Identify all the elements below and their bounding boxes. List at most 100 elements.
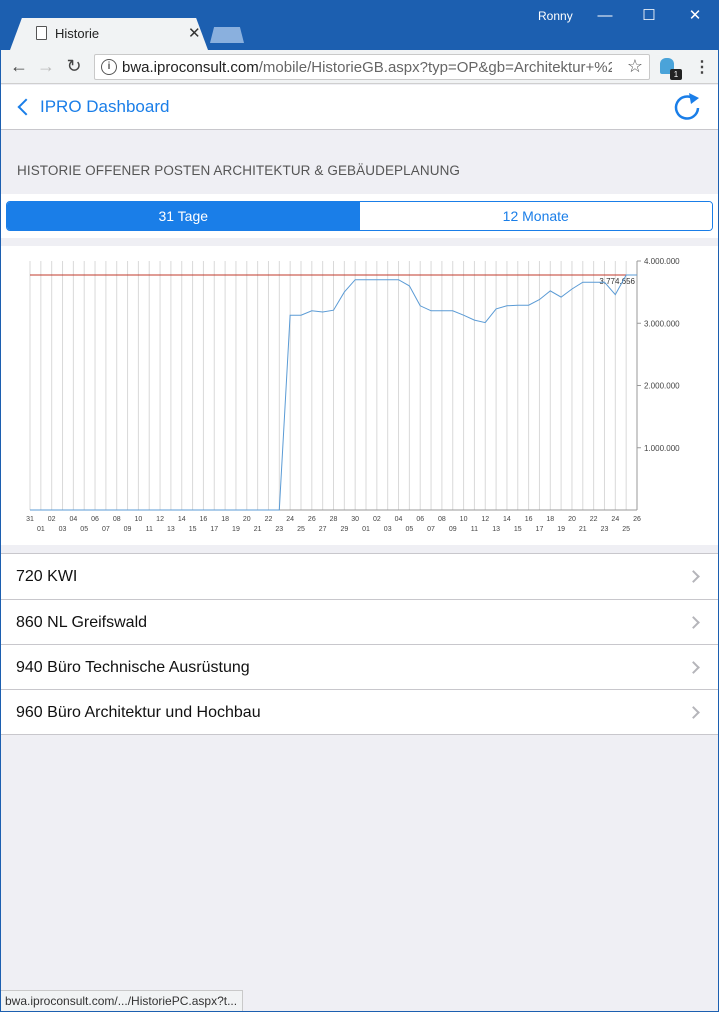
x-tick-label: 18	[546, 516, 554, 523]
x-tick-label: 24	[611, 516, 619, 523]
extension-badge: 1	[670, 69, 682, 80]
x-tick-label: 13	[167, 526, 175, 533]
x-tick-label: 26	[633, 516, 641, 523]
x-tick-label: 15	[514, 526, 522, 533]
x-tick-label: 14	[178, 516, 186, 523]
list-item[interactable]: 960 Büro Architektur und Hochbau	[1, 689, 718, 734]
x-tick-label: 02	[373, 516, 381, 523]
x-tick-label: 03	[384, 526, 392, 533]
x-tick-label: 02	[48, 516, 56, 523]
x-tick-label: 04	[69, 516, 77, 523]
x-tick-label: 18	[221, 516, 229, 523]
x-tick-label: 15	[189, 526, 197, 533]
y-tick-label: 2.000.000	[644, 382, 680, 391]
x-tick-label: 05	[80, 526, 88, 533]
list-item-label: 960 Büro Architektur und Hochbau	[16, 704, 261, 721]
unit-list: 720 KWI 860 NL Greifswald 940 Büro Technis…	[1, 553, 718, 735]
close-tab-icon[interactable]: ✕	[188, 24, 201, 42]
chevron-left-icon	[17, 98, 35, 116]
back-arrow-icon[interactable]: ←	[8, 55, 30, 77]
x-tick-label: 19	[232, 526, 240, 533]
back-to-dashboard-button[interactable]: IPRO Dashboard	[16, 95, 169, 119]
back-label: IPRO Dashboard	[40, 97, 170, 116]
maximize-icon[interactable]: ☐	[634, 4, 664, 28]
x-tick-label: 28	[330, 516, 338, 523]
x-tick-label: 06	[416, 516, 424, 523]
x-tick-label: 12	[156, 516, 164, 523]
x-tick-label: 25	[622, 526, 630, 533]
url-host: bwa.iproconsult.com	[122, 59, 259, 76]
history-chart: 4.000.000 3.000.000 2.000.000 1.000.000 31 01…	[1, 246, 718, 545]
x-tick-label: 01	[362, 526, 370, 533]
refresh-icon[interactable]	[671, 89, 703, 123]
new-tab-button[interactable]	[210, 27, 244, 43]
y-tick-label: 4.000.000	[644, 257, 680, 266]
forward-arrow-icon[interactable]: →	[35, 55, 57, 77]
list-item[interactable]: 720 KWI	[1, 554, 718, 599]
section-title: HISTORIE OFFENER POSTEN ARCHITEKTUR & GE…	[17, 163, 461, 178]
x-tick-label: 07	[427, 526, 435, 533]
browser-toolbar: ← → ↻ i bwa.iproconsult.com/mobile/Histo…	[0, 50, 719, 84]
x-tick-label: 01	[37, 526, 45, 533]
x-tick-label: 04	[395, 516, 403, 523]
browser-tab[interactable]: Historie ✕	[10, 18, 208, 50]
x-tick-label: 31	[26, 516, 34, 523]
x-tick-label: 23	[275, 526, 283, 533]
x-tick-label: 20	[243, 516, 251, 523]
x-tick-label: 05	[405, 526, 413, 533]
x-tick-label: 08	[438, 516, 446, 523]
list-item-label: 940 Büro Technische Ausrüstung	[16, 659, 250, 676]
x-tick-label: 08	[113, 516, 121, 523]
x-tick-label: 22	[590, 516, 598, 523]
x-tick-label: 10	[134, 516, 142, 523]
x-tick-label: 25	[297, 526, 305, 533]
x-tick-label: 17	[536, 526, 544, 533]
x-tick-label: 21	[579, 526, 587, 533]
minimize-icon[interactable]: —	[590, 4, 620, 28]
x-tick-label: 16	[525, 516, 533, 523]
chevron-right-icon	[687, 616, 700, 629]
x-tick-label: 12	[481, 516, 489, 523]
bookmark-star-icon[interactable]: ☆	[627, 56, 643, 77]
x-tick-label: 06	[91, 516, 99, 523]
x-tick-label: 09	[124, 526, 132, 533]
x-tick-label: 26	[308, 516, 316, 523]
list-item[interactable]: 860 NL Greifswald	[1, 599, 718, 644]
chevron-right-icon	[687, 706, 700, 719]
url-text[interactable]: bwa.iproconsult.com/mobile/HistorieGB.as…	[122, 59, 612, 76]
browser-titlebar: Historie ✕ Ronny — ☐ ✕	[0, 0, 719, 50]
segment-31-days[interactable]: 31 Tage	[7, 202, 360, 230]
x-tick-label: 24	[286, 516, 294, 523]
x-tick-label: 21	[254, 526, 262, 533]
x-tick-label: 11	[146, 526, 153, 533]
segmented-control: 31 Tage 12 Monate	[6, 201, 713, 231]
address-bar[interactable]: i bwa.iproconsult.com/mobile/HistorieGB.…	[94, 54, 650, 80]
x-tick-label: 20	[568, 516, 576, 523]
profile-name[interactable]: Ronny	[538, 9, 573, 23]
x-tick-label: 13	[492, 526, 500, 533]
list-item-label: 720 KWI	[16, 568, 78, 585]
x-tick-label: 22	[265, 516, 273, 523]
x-tick-label: 19	[557, 526, 565, 533]
url-path: /mobile/HistorieGB.aspx?typ=OP&gb=Archit…	[258, 59, 612, 76]
app-navbar: IPRO Dashboard	[1, 85, 718, 130]
list-item[interactable]: 940 Büro Technische Ausrüstung	[1, 644, 718, 689]
x-tick-label: 29	[340, 526, 348, 533]
y-tick-label: 1.000.000	[644, 444, 680, 453]
segment-12-months[interactable]: 12 Monate	[359, 202, 712, 230]
browser-menu-icon[interactable]: ⋮	[694, 57, 710, 77]
site-info-icon[interactable]: i	[101, 59, 117, 75]
x-tick-label: 23	[601, 526, 609, 533]
window-close-icon[interactable]: ✕	[680, 4, 710, 28]
x-tick-label: 03	[59, 526, 67, 533]
x-tick-label: 27	[319, 526, 327, 533]
period-selector: 31 Tage 12 Monate	[1, 194, 718, 238]
y-tick-label: 3.000.000	[644, 319, 680, 328]
chevron-right-icon	[687, 570, 700, 583]
x-tick-label: 09	[449, 526, 457, 533]
x-tick-label: 17	[210, 526, 218, 533]
page-icon	[36, 26, 47, 40]
x-tick-label: 11	[471, 526, 478, 533]
x-tick-label: 10	[460, 516, 468, 523]
reload-icon[interactable]: ↻	[63, 55, 85, 77]
